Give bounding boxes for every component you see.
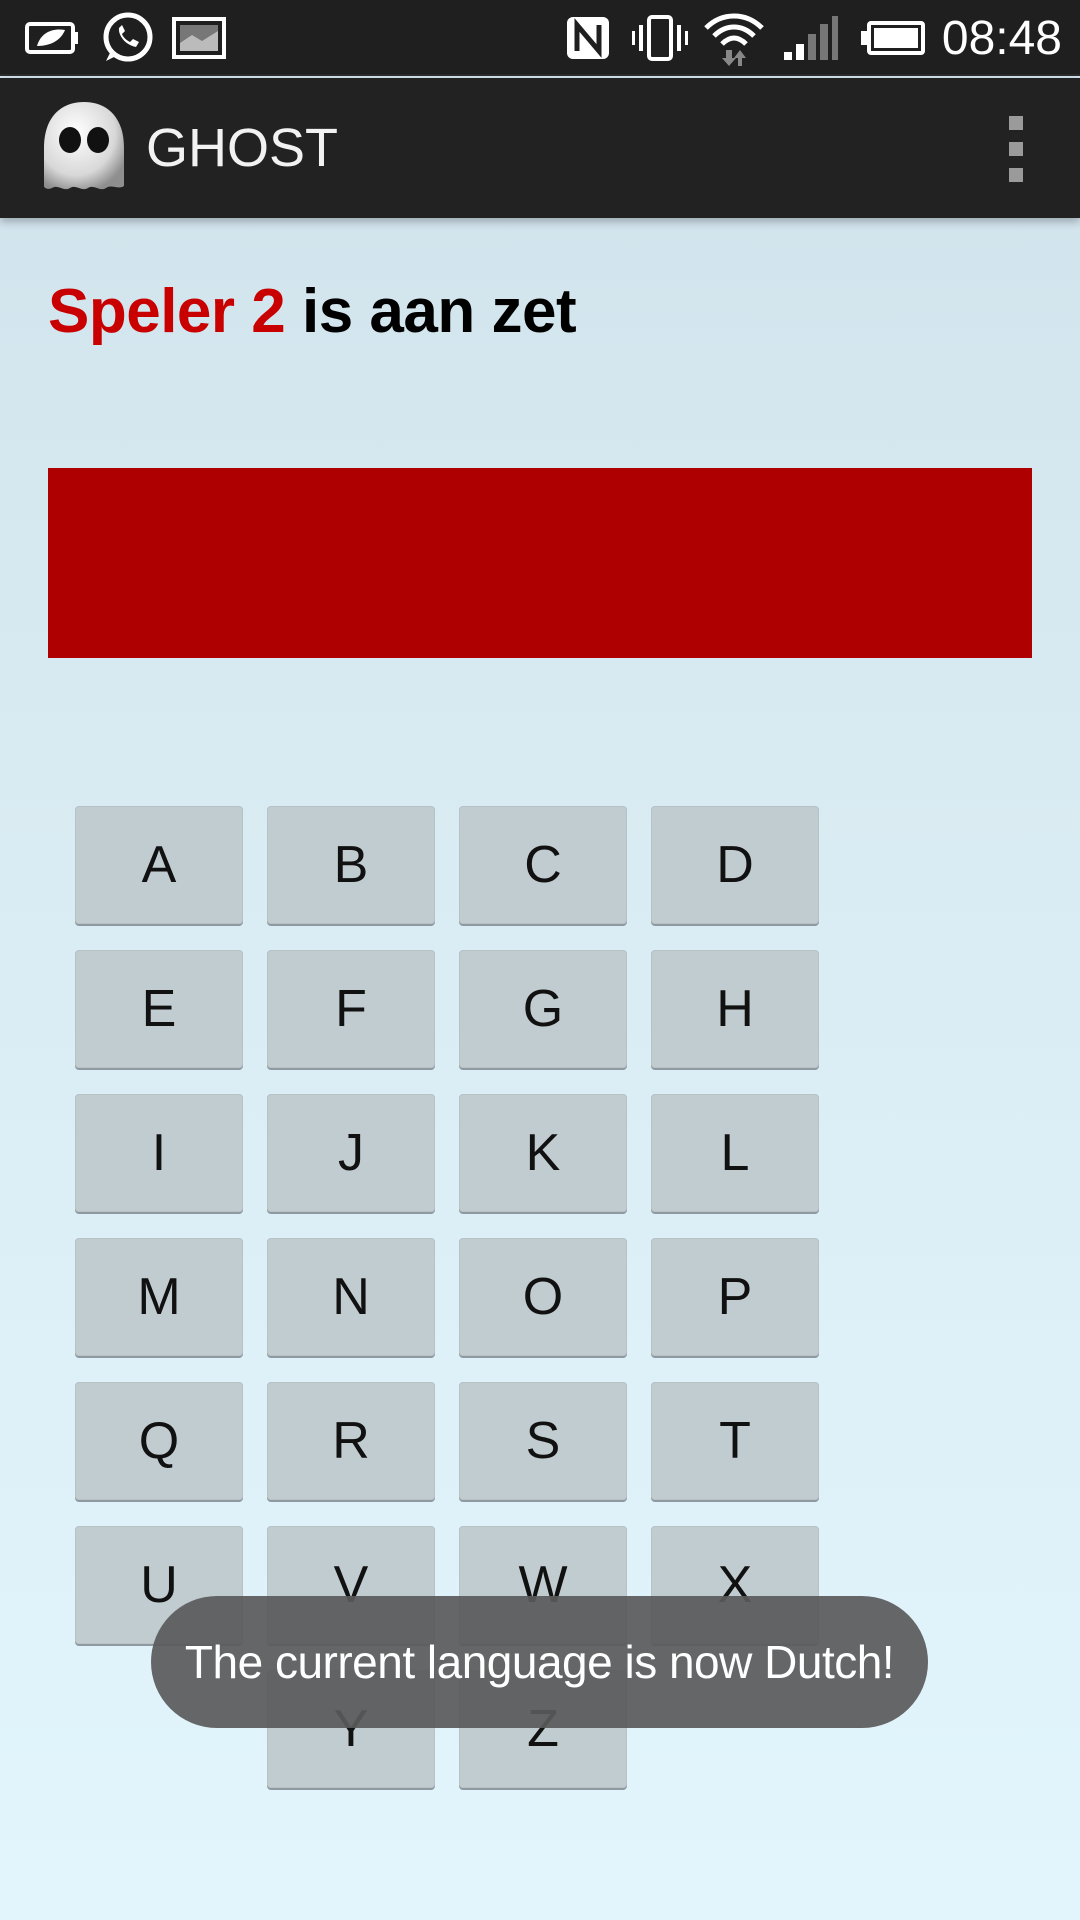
key-i[interactable]: I xyxy=(75,1094,243,1212)
key-n[interactable]: N xyxy=(267,1238,435,1356)
vibrate-icon xyxy=(630,0,690,76)
whatsapp-icon xyxy=(96,0,158,76)
status-bar: 08:48 xyxy=(0,0,1080,76)
gallery-icon xyxy=(170,0,228,76)
ghost-logo-icon xyxy=(38,98,130,194)
app-title: GHOST xyxy=(146,118,339,178)
key-a[interactable]: A xyxy=(75,806,243,924)
battery-icon xyxy=(858,0,928,76)
key-e[interactable]: E xyxy=(75,950,243,1068)
key-c[interactable]: C xyxy=(459,806,627,924)
overflow-menu-icon[interactable] xyxy=(996,116,1036,182)
turn-suffix: is aan zet xyxy=(285,277,577,346)
key-b[interactable]: B xyxy=(267,806,435,924)
key-o[interactable]: O xyxy=(459,1238,627,1356)
key-r[interactable]: R xyxy=(267,1382,435,1500)
current-player: Speler 2 xyxy=(48,277,286,346)
key-l[interactable]: L xyxy=(651,1094,819,1212)
key-s[interactable]: S xyxy=(459,1382,627,1500)
key-q[interactable]: Q xyxy=(75,1382,243,1500)
current-word-display xyxy=(48,468,1032,658)
turn-indicator: Speler 2 is aan zet xyxy=(48,276,577,347)
nfc-icon xyxy=(564,0,612,76)
toast-message: The current language is now Dutch! xyxy=(151,1596,928,1728)
key-d[interactable]: D xyxy=(651,806,819,924)
key-g[interactable]: G xyxy=(459,950,627,1068)
battery-saver-icon xyxy=(22,0,82,76)
clock-time: 08:48 xyxy=(941,11,1062,65)
key-h[interactable]: H xyxy=(651,950,819,1068)
key-j[interactable]: J xyxy=(267,1094,435,1212)
key-m[interactable]: M xyxy=(75,1238,243,1356)
key-t[interactable]: T xyxy=(651,1382,819,1500)
key-k[interactable]: K xyxy=(459,1094,627,1212)
key-p[interactable]: P xyxy=(651,1238,819,1356)
action-bar: GHOST xyxy=(0,78,1080,218)
wifi-icon xyxy=(702,0,766,76)
key-f[interactable]: F xyxy=(267,950,435,1068)
signal-icon xyxy=(780,0,842,76)
